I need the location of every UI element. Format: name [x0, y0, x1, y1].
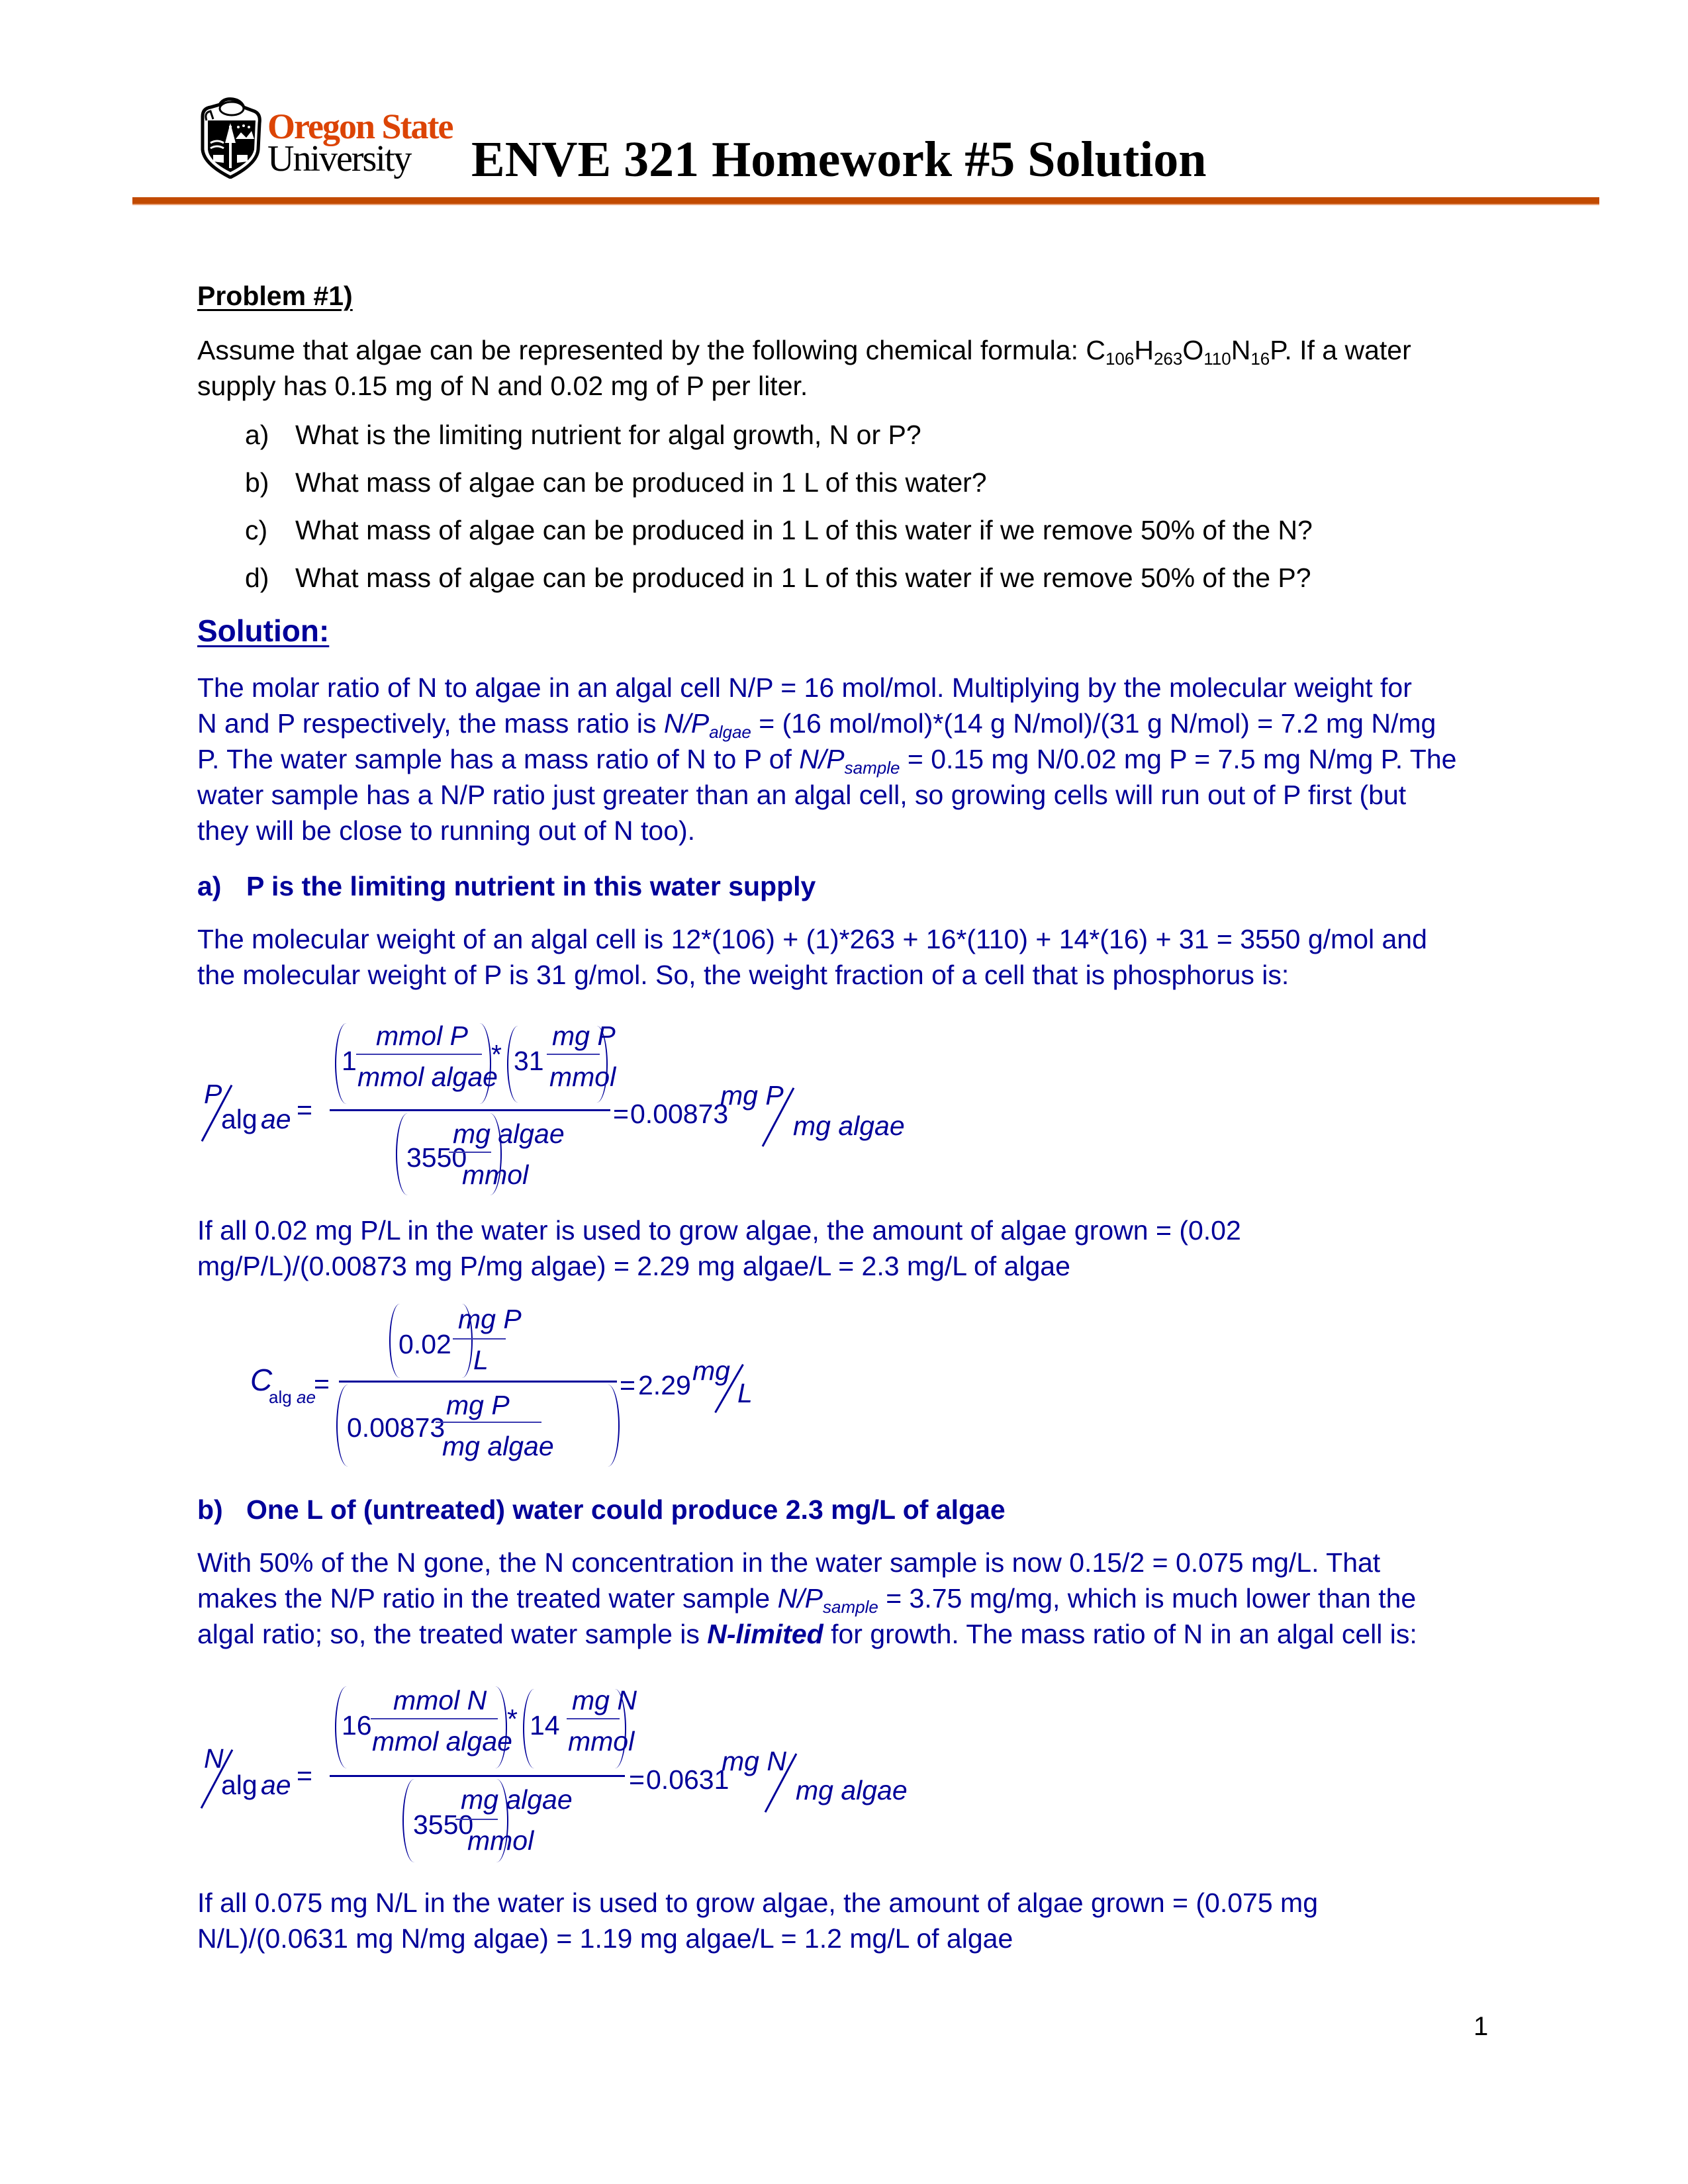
answer-b: b) One L of (untreated) water could produ…	[197, 1494, 1006, 1525]
page-number: 1	[1474, 2012, 1489, 2041]
main-fraction-bar	[339, 1381, 617, 1383]
n-growth-line-2: N/L)/(0.0631 mg N/mg algae) = 1.19 mg al…	[197, 1923, 1013, 1954]
osu-logo: 1868 Oregon State University	[197, 97, 457, 179]
n-removed-line-3: algal ratio; so, the treated water sampl…	[197, 1619, 1417, 1649]
solution-intro-line-1: The molar ratio of N to algae in an alga…	[197, 672, 1412, 703]
p-growth-line-2: mg/P/L)/(0.00873 mg P/mg algae) = 2.29 m…	[197, 1251, 1070, 1281]
osu-shield-icon: 1868	[201, 97, 261, 179]
n-removed-line-1: With 50% of the N gone, the N concentrat…	[197, 1547, 1381, 1578]
molecular-weight-line-1: The molecular weight of an algal cell is…	[197, 924, 1427, 954]
solution-heading: Solution:	[197, 614, 330, 648]
question-b: b) What mass of algae can be produced in …	[245, 467, 987, 498]
logo-text-university: University	[267, 138, 412, 179]
problem-statement-line-2: supply has 0.15 mg of N and 0.02 mg of P…	[197, 371, 808, 401]
main-fraction-bar	[330, 1775, 625, 1777]
molecular-weight-line-2: the molecular weight of P is 31 g/mol. S…	[197, 960, 1289, 990]
document-page: 1868 Oregon State University ENVE 321 Ho…	[0, 0, 1688, 2184]
svg-text:1868: 1868	[237, 142, 250, 148]
document-title: ENVE 321 Homework #5 Solution	[471, 132, 1207, 187]
equation-c-algae: C alg ae = 0.02 mg P L 0.00873 mg P mg al…	[245, 1304, 774, 1469]
equation-n-fraction: N alg ae = 16 mmol N mmol algae * 14 mg N…	[197, 1674, 1025, 1866]
question-d: d) What mass of algae can be produced in …	[245, 563, 1311, 593]
solution-intro-line-5: they will be close to running out of N t…	[197, 815, 696, 846]
question-c: c) What mass of algae can be produced in …	[245, 515, 1313, 545]
equation-p-fraction: P alg ae = 1 mmol P mmol algae * 31 mg P …	[197, 1013, 1025, 1198]
solution-intro-line-4: water sample has a N/P ratio just greate…	[197, 780, 1407, 810]
p-growth-line-1: If all 0.02 mg P/L in the water is used …	[197, 1215, 1241, 1246]
question-a: a) What is the limiting nutrient for alga…	[245, 420, 921, 450]
n-growth-line-1: If all 0.075 mg N/L in the water is used…	[197, 1888, 1318, 1918]
main-fraction-bar	[330, 1109, 610, 1111]
problem-heading: Problem #1)	[197, 281, 353, 311]
answer-a: a) P is the limiting nutrient in this wat…	[197, 871, 816, 901]
header-divider	[132, 197, 1599, 204]
